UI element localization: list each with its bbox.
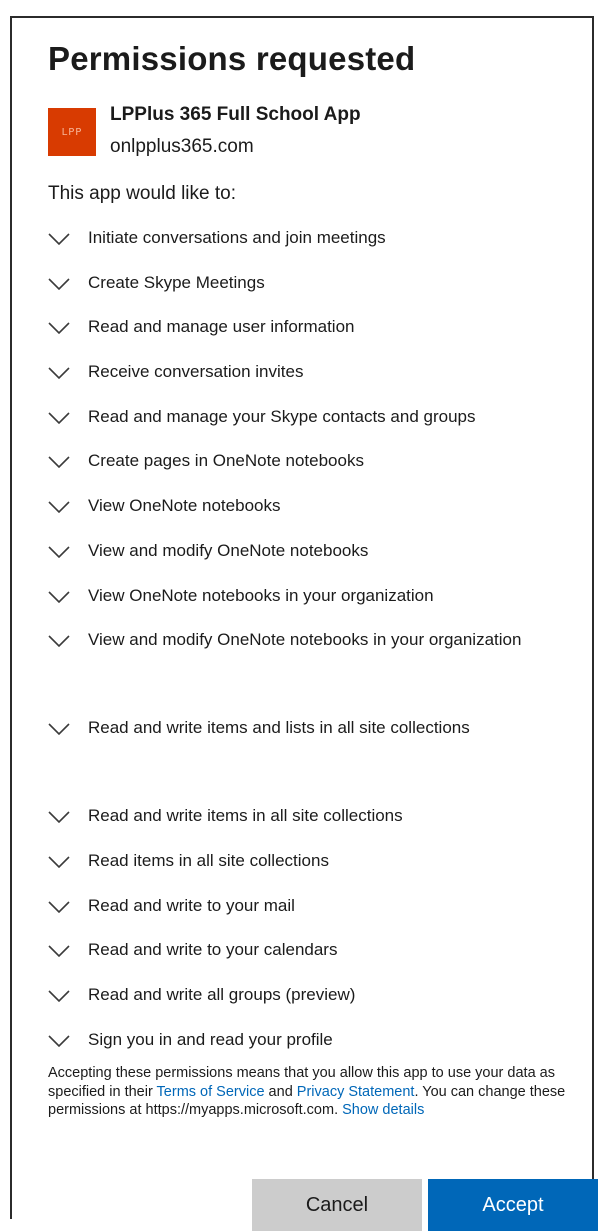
cancel-button[interactable]: Cancel <box>252 1179 422 1231</box>
permission-label: Read items in all site collections <box>88 850 329 870</box>
terms-of-service-link[interactable]: Terms of Service <box>157 1084 265 1100</box>
permission-item[interactable]: View OneNote notebooks <box>48 494 578 539</box>
permission-label: Sign you in and read your profile <box>88 1029 333 1049</box>
app-name: LPPlus 365 Full School App <box>110 104 361 125</box>
chevron-down-icon <box>48 584 88 609</box>
chevron-down-icon <box>48 494 88 519</box>
permission-label: Read and manage your Skype contacts and … <box>88 406 476 426</box>
permission-label: Initiate conversations and join meetings <box>88 228 386 247</box>
permission-label: View OneNote notebooks in your organizat… <box>88 585 434 605</box>
chevron-down-icon <box>48 628 88 653</box>
chevron-down-icon <box>48 226 88 251</box>
permission-label: Create Skype Meetings <box>88 272 265 292</box>
permission-label: View and modify OneNote notebooks <box>88 540 369 560</box>
chevron-down-icon <box>48 315 88 340</box>
permission-item[interactable]: Read and write all groups (preview) <box>48 983 578 1028</box>
permissions-list: Initiate conversations and join meetings… <box>48 226 578 1072</box>
permission-label: Create pages in OneNote notebooks <box>88 451 364 471</box>
permission-label: Read and write items and lists in all si… <box>88 718 470 738</box>
permission-item[interactable]: Read and manage your Skype contacts and … <box>48 405 578 450</box>
chevron-down-icon <box>48 983 88 1008</box>
app-logo: LPP <box>48 108 96 156</box>
chevron-down-icon <box>48 271 88 296</box>
permission-item[interactable]: View and modify OneNote notebooks <box>48 539 578 584</box>
permission-item[interactable]: Read and write items in all site collect… <box>48 804 578 849</box>
accept-button[interactable]: Accept <box>428 1179 598 1231</box>
chevron-down-icon <box>48 539 88 564</box>
chevron-down-icon <box>48 449 88 474</box>
privacy-statement-link[interactable]: Privacy Statement <box>297 1084 415 1100</box>
chevron-down-icon <box>48 938 88 963</box>
permission-label: Read and write to your mail <box>88 895 295 915</box>
permission-item[interactable]: Read and write items and lists in all si… <box>48 716 578 804</box>
permission-label: Read and write to your calendars <box>88 940 338 960</box>
app-domain: onlpplus365.com <box>110 136 254 157</box>
chevron-down-icon <box>48 849 88 874</box>
permission-label: View OneNote notebooks <box>88 496 281 516</box>
permission-item[interactable]: View and modify OneNote notebooks in you… <box>48 628 578 716</box>
chevron-down-icon <box>48 716 88 741</box>
chevron-down-icon <box>48 360 88 385</box>
app-logo-text: LPP <box>61 126 83 138</box>
permission-item[interactable]: Initiate conversations and join meetings <box>48 226 578 271</box>
permission-label: View and modify OneNote notebooks in you… <box>88 630 522 650</box>
permission-label: Read and manage user information <box>88 317 355 337</box>
legal-text-2: and <box>264 1083 297 1100</box>
permission-item[interactable]: Create Skype Meetings <box>48 271 578 316</box>
dialog-title: Permissions requested <box>48 40 416 77</box>
chevron-down-icon <box>48 804 88 829</box>
permission-item[interactable]: Create pages in OneNote notebooks <box>48 449 578 494</box>
permission-item[interactable]: Read items in all site collections <box>48 849 578 894</box>
permissions-dialog: Permissions requested LPP LPPlus 365 Ful… <box>10 16 598 1231</box>
chevron-down-icon <box>48 1028 88 1053</box>
permission-label: Read and write items in all site collect… <box>88 806 403 826</box>
chevron-down-icon <box>48 894 88 919</box>
permission-label: Read and write all groups (preview) <box>88 984 356 1004</box>
permission-item[interactable]: Read and write to your mail <box>48 894 578 939</box>
permission-item[interactable]: Read and manage user information <box>48 315 578 360</box>
permission-label: Receive conversation invites <box>88 362 304 382</box>
show-details-link[interactable]: Show details <box>342 1102 424 1118</box>
chevron-down-icon <box>48 405 88 430</box>
permission-item[interactable]: Read and write to your calendars <box>48 938 578 983</box>
legal-notice: Accepting these permissions means that y… <box>48 1064 596 1120</box>
permissions-intro: This app would like to: <box>48 183 236 204</box>
permission-item[interactable]: Receive conversation invites <box>48 360 578 405</box>
